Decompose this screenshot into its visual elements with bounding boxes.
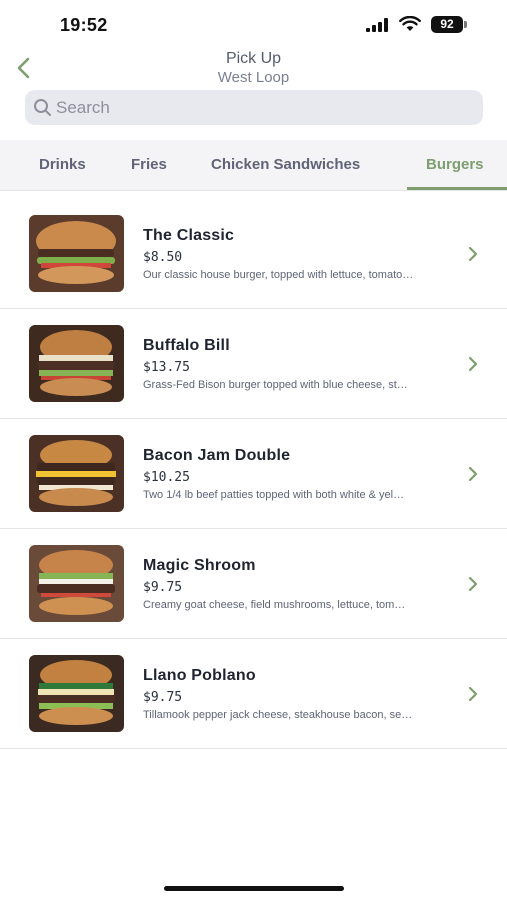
category-tabs: Drinks Fries Chicken Sandwiches Burgers (0, 140, 507, 191)
item-name: Magic Shroom (143, 557, 256, 574)
item-price: $10.25 (143, 470, 190, 485)
burger-photo (29, 655, 124, 732)
tab-burgers[interactable]: Burgers (426, 156, 484, 173)
chevron-right-icon (468, 356, 478, 372)
chevron-right-icon (468, 576, 478, 592)
item-name: Bacon Jam Double (143, 447, 291, 464)
menu-item[interactable]: Magic Shroom $9.75 Creamy goat cheese, f… (0, 529, 507, 639)
location-subtitle: West Loop (217, 69, 290, 86)
active-tab-indicator (407, 187, 507, 190)
menu-item[interactable]: The Classic $8.50 Our classic house burg… (0, 199, 507, 309)
burger-photo (29, 545, 124, 622)
search-input[interactable] (56, 90, 476, 125)
item-price: $9.75 (143, 580, 183, 595)
menu-item-list: The Classic $8.50 Our classic house burg… (0, 199, 507, 749)
tab-chicken-sandwiches[interactable]: Chicken Sandwiches (211, 156, 360, 173)
chevron-right-icon (468, 246, 478, 262)
item-description: Our classic house burger, topped with le… (143, 269, 414, 281)
cellular-signal-icon (366, 18, 388, 32)
status-time: 19:52 (60, 15, 108, 35)
wifi-icon (399, 16, 421, 31)
battery-icon: 92 (431, 16, 463, 33)
chevron-right-icon (468, 466, 478, 482)
burger-photo (29, 215, 124, 292)
item-price: $8.50 (143, 250, 183, 265)
home-indicator[interactable] (164, 886, 344, 891)
item-name: The Classic (143, 227, 235, 244)
search-icon (34, 99, 51, 116)
chevron-right-icon (468, 686, 478, 702)
burger-photo (29, 435, 124, 512)
menu-item[interactable]: Llano Poblano $9.75 Tillamook pepper jac… (0, 639, 507, 749)
search-bar[interactable] (25, 90, 483, 125)
menu-item[interactable]: Buffalo Bill $13.75 Grass-Fed Bison burg… (0, 309, 507, 419)
battery-tip (464, 21, 467, 28)
page-title: Pick Up (225, 50, 282, 67)
burger-photo (29, 325, 124, 402)
tab-fries[interactable]: Fries (131, 156, 167, 173)
item-description: Grass-Fed Bison burger topped with blue … (143, 379, 408, 391)
item-price: $13.75 (143, 360, 190, 375)
item-name: Buffalo Bill (143, 337, 230, 354)
menu-item[interactable]: Bacon Jam Double $10.25 Two 1/4 lb beef … (0, 419, 507, 529)
item-description: Tillamook pepper jack cheese, steakhouse… (143, 709, 413, 721)
item-name: Llano Poblano (143, 667, 256, 684)
item-description: Two 1/4 lb beef patties topped with both… (143, 489, 405, 501)
tab-drinks[interactable]: Drinks (39, 156, 86, 173)
item-description: Creamy goat cheese, field mushrooms, let… (143, 599, 406, 611)
status-bar: 19:52 92 (0, 0, 507, 48)
item-price: $9.75 (143, 690, 183, 705)
